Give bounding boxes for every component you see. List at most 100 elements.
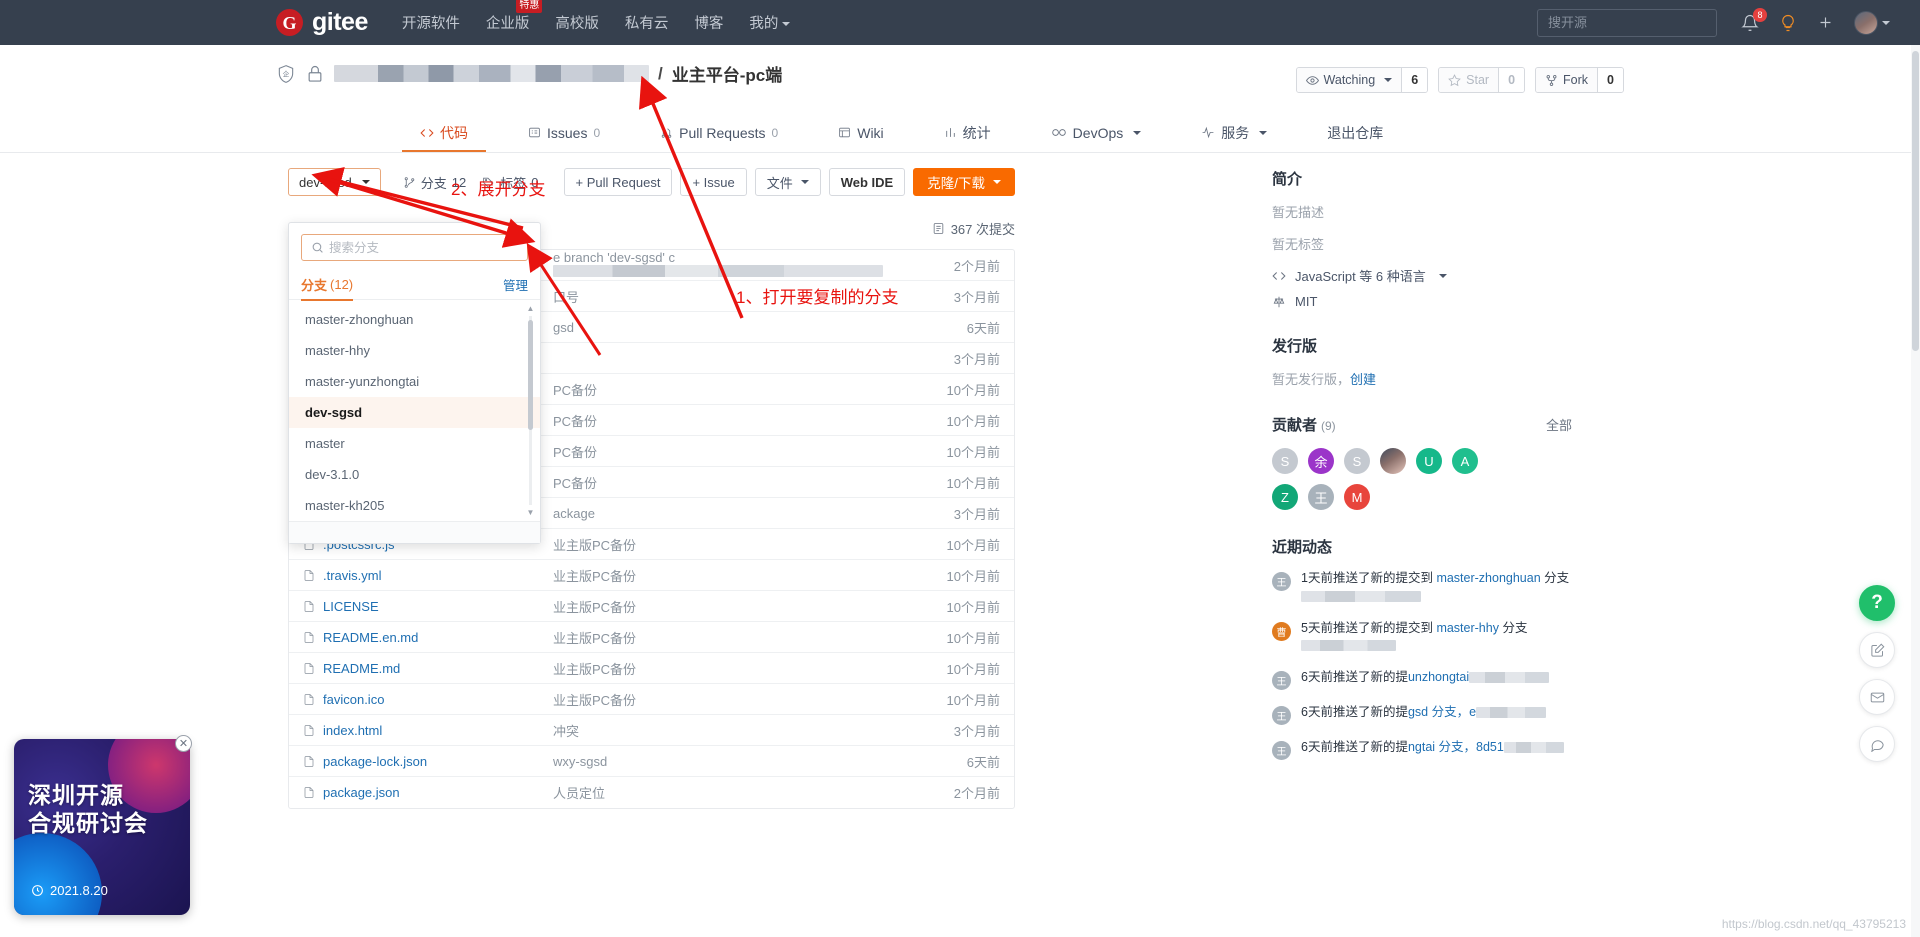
commit-time-cell: 10个月前 [946, 413, 1000, 429]
page-scrollbar[interactable] [1911, 45, 1920, 937]
tab-code[interactable]: 代码 [390, 113, 498, 152]
avatar[interactable]: 余 [1308, 448, 1334, 474]
activity-branch[interactable]: gsd 分支，e [1408, 705, 1476, 719]
user-menu[interactable] [1854, 10, 1890, 35]
table-row[interactable]: favicon.ico 业主版PC备份 10个月前 [289, 684, 1014, 715]
table-row[interactable]: README.md 业主版PC备份 10个月前 [289, 653, 1014, 684]
nav-link-blog[interactable]: 博客 [694, 12, 723, 33]
mail-button[interactable] [1859, 679, 1895, 715]
branch-search-input[interactable] [301, 234, 528, 261]
tab-wiki[interactable]: Wiki [808, 113, 913, 152]
file-name-cell[interactable]: package.json [303, 785, 553, 800]
avatar[interactable]: S [1344, 448, 1370, 474]
branch-selector-button[interactable]: dev-sgsd [288, 168, 381, 196]
suggestions-button[interactable] [1779, 14, 1797, 32]
create-new-button[interactable] [1817, 14, 1834, 31]
nav-link-enterprise[interactable]: 企业版 特惠 [486, 0, 543, 33]
avatar[interactable] [1380, 448, 1406, 474]
tab-pull-requests[interactable]: Pull Requests 0 [630, 113, 808, 152]
table-row[interactable]: package-lock.json wxy-sgsd 6天前 [289, 746, 1014, 777]
branch-list-item[interactable]: master-hhy [289, 335, 540, 366]
fork-count[interactable]: 0 [1597, 68, 1623, 92]
file-name-cell[interactable]: .travis.yml [303, 568, 553, 583]
manage-branches-link[interactable]: 管理 [503, 275, 528, 294]
watch-count[interactable]: 6 [1401, 68, 1428, 92]
activity-branch[interactable]: ngtai 分支，8d51 [1408, 740, 1504, 754]
tab-branches[interactable]: 分支 (12) [301, 270, 354, 301]
branch-list-item[interactable]: master-kh205 [289, 490, 540, 521]
scrollbar-thumb[interactable] [1912, 51, 1919, 351]
fork-button[interactable]: Fork [1536, 68, 1598, 92]
create-release-link[interactable]: 创建 [1350, 372, 1376, 387]
promo-banner[interactable]: 深圳开源 合规研讨会 2021.8.20 [14, 739, 190, 915]
avatar[interactable]: U [1416, 448, 1442, 474]
chat-button[interactable] [1859, 726, 1895, 762]
nav-link-mine[interactable]: 我的 [749, 12, 791, 33]
branch-list-item[interactable]: master-yunzhongtai [289, 366, 540, 397]
scrollbar-thumb[interactable] [528, 320, 533, 430]
tab-leave-repo[interactable]: 退出仓库 [1297, 113, 1413, 152]
web-ide-button[interactable]: Web IDE [828, 168, 906, 196]
list-item[interactable]: 王 6天前推送了新的提gsd 分支，e [1272, 704, 1572, 725]
file-name-cell[interactable]: README.md [303, 661, 553, 676]
branch-list-item[interactable]: master-zhonghuan [289, 304, 540, 335]
activity-branch[interactable]: master-zhonghuan [1436, 571, 1540, 585]
new-pull-request-button[interactable]: + Pull Request [563, 168, 673, 196]
clone-download-button[interactable]: 克隆/下载 [913, 168, 1015, 196]
table-row[interactable]: README.en.md 业主版PC备份 10个月前 [289, 622, 1014, 653]
avatar[interactable]: 王 [1308, 484, 1334, 510]
star-button-group[interactable]: Star 0 [1438, 67, 1526, 93]
branch-list-item[interactable]: dev-sgsd [289, 397, 540, 428]
branch-list-item[interactable]: master [289, 428, 540, 459]
avatar[interactable]: Z [1272, 484, 1298, 510]
global-search-input[interactable] [1537, 8, 1717, 37]
star-button[interactable]: Star [1439, 68, 1499, 92]
nav-link-opensource[interactable]: 开源软件 [402, 12, 460, 33]
list-item[interactable]: 王 1天前推送了新的提交到 master-zhonghuan 分支 [1272, 570, 1572, 606]
table-row[interactable]: package.json 人员定位 2个月前 [289, 777, 1014, 808]
feedback-button[interactable] [1859, 632, 1895, 668]
tab-devops[interactable]: DevOps [1021, 113, 1172, 152]
activity-branch[interactable]: master-hhy [1436, 621, 1499, 635]
list-item[interactable]: 曹 5天前推送了新的提交到 master-hhy 分支 [1272, 620, 1572, 656]
star-count[interactable]: 0 [1498, 68, 1525, 92]
commit-message-cell: 冲突 [553, 723, 580, 739]
tab-services[interactable]: 服务 [1171, 113, 1297, 152]
table-row[interactable]: LICENSE 业主版PC备份 10个月前 [289, 591, 1014, 622]
file-name-cell[interactable]: favicon.ico [303, 692, 553, 707]
new-issue-button[interactable]: + Issue [680, 168, 747, 196]
help-button[interactable]: ? [1859, 585, 1895, 621]
commit-count-link[interactable]: 367 次提交 [932, 219, 1015, 238]
table-row[interactable]: index.html 冲突 3个月前 [289, 715, 1014, 746]
avatar[interactable]: S [1272, 448, 1298, 474]
branch-list-item[interactable]: dev-3.1.0 [289, 459, 540, 490]
nav-link-education[interactable]: 高校版 [555, 12, 599, 33]
languages-row[interactable]: JavaScript 等 6 种语言 [1272, 266, 1572, 285]
nav-link-privatecloud[interactable]: 私有云 [625, 12, 669, 33]
file-name-cell[interactable]: LICENSE [303, 599, 553, 614]
table-row[interactable]: .travis.yml 业主版PC备份 10个月前 [289, 560, 1014, 591]
file-name-cell[interactable]: package-lock.json [303, 754, 553, 769]
scroll-down-icon[interactable]: ▼ [526, 508, 535, 517]
list-item[interactable]: 王 6天前推送了新的提ngtai 分支，8d51 [1272, 739, 1572, 760]
file-name-cell[interactable]: index.html [303, 723, 553, 738]
owner-name-redacted[interactable] [334, 65, 649, 82]
gitee-logo[interactable]: G gitee [276, 8, 368, 37]
tab-statistics[interactable]: 统计 [914, 113, 1021, 152]
notifications-button[interactable]: 8 [1741, 7, 1767, 32]
license-row[interactable]: MIT [1272, 294, 1572, 309]
avatar[interactable]: A [1452, 448, 1478, 474]
branch-list-scrollbar[interactable]: ▲ ▼ [526, 304, 535, 517]
file-name-cell[interactable]: README.en.md [303, 630, 553, 645]
avatar[interactable]: M [1344, 484, 1370, 510]
close-promo-button[interactable]: ✕ [175, 735, 192, 752]
files-menu-button[interactable]: 文件 [754, 168, 821, 196]
scroll-up-icon[interactable]: ▲ [526, 304, 535, 313]
watch-button-group[interactable]: Watching 6 [1295, 67, 1429, 93]
view-all-contributors-link[interactable]: 全部 [1546, 415, 1572, 434]
fork-button-group[interactable]: Fork 0 [1535, 67, 1624, 93]
watch-button[interactable]: Watching [1296, 68, 1402, 92]
activity-branch[interactable]: unzhongtai [1408, 670, 1469, 684]
list-item[interactable]: 王 6天前推送了新的提unzhongtai [1272, 669, 1572, 690]
tab-issues[interactable]: Issues 0 [498, 113, 630, 152]
